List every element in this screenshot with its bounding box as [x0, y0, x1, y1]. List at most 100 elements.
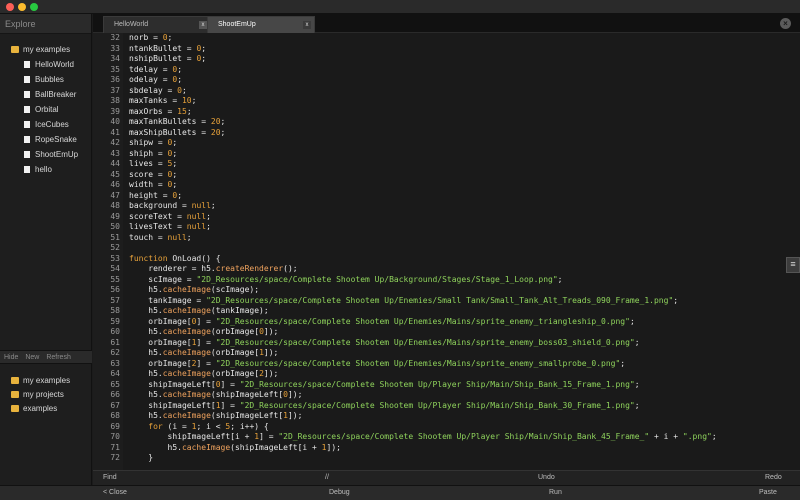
code-line[interactable]: h5.cacheImage(orbImage[0]); — [129, 327, 779, 338]
sidebar-header: Explore — [0, 14, 91, 34]
file-icon — [24, 166, 30, 173]
run-toolbar: < Close Debug Run Paste — [93, 485, 800, 500]
redo-button[interactable]: Redo — [765, 471, 782, 485]
tab-close-icon[interactable]: x — [303, 21, 311, 29]
code-line[interactable]: shipw = 0; — [129, 138, 779, 149]
menu-handle-icon[interactable]: ≡ — [786, 257, 800, 273]
code-line[interactable]: score = 0; — [129, 170, 779, 181]
new-button[interactable]: New — [25, 354, 39, 361]
code-line[interactable]: h5.cacheImage(scImage); — [129, 285, 779, 296]
file-label: Bubbles — [35, 75, 64, 84]
line-number: 38 — [110, 96, 120, 105]
window-zoom-button[interactable] — [30, 3, 38, 11]
comment-button[interactable]: // — [325, 471, 329, 485]
tree-folder-my-examples[interactable]: my examples — [0, 42, 92, 57]
tree-item-shootemup[interactable]: ShootEmUp — [0, 147, 92, 162]
workspace-label: examples — [23, 404, 58, 413]
tree-item-ballbreaker[interactable]: BallBreaker — [0, 87, 92, 102]
folder-icon — [11, 377, 19, 384]
debug-button[interactable]: Debug — [329, 486, 350, 500]
code-line[interactable]: background = null; — [129, 201, 779, 212]
code-line[interactable]: maxShipBullets = 20; — [129, 128, 779, 139]
code-line[interactable]: h5.cacheImage(shipImageLeft[1]); — [129, 411, 779, 422]
line-number: 43 — [110, 148, 120, 158]
sidebar-footer — [0, 485, 93, 500]
code-line[interactable]: maxOrbs = 15; — [129, 107, 779, 118]
workspace-my-examples[interactable]: my examples — [0, 374, 92, 388]
code-line[interactable]: h5.cacheImage(orbImage[1]); — [129, 348, 779, 359]
line-number: 42 — [110, 138, 120, 147]
code-line[interactable]: tdelay = 0; — [129, 65, 779, 76]
line-number: 51 — [110, 232, 120, 242]
file-icon — [24, 136, 30, 143]
line-number: 52 — [110, 243, 120, 252]
code-line[interactable]: orbImage[1] = "2D_Resources/space/Comple… — [129, 338, 779, 349]
code-line[interactable]: shipImageLeft[1] = "2D_Resources/space/C… — [129, 401, 779, 412]
code-line[interactable]: maxTanks = 10; — [129, 96, 779, 107]
tab-shootemup[interactable]: ShootEmUp x — [207, 16, 315, 33]
code-line[interactable] — [129, 243, 779, 254]
line-number: 61 — [110, 337, 120, 347]
tab-helloworld[interactable]: HelloWorld x — [103, 16, 211, 33]
code-editor[interactable]: norb = 0; ntankBullet = 0; nshipBullet = 0… — [129, 33, 779, 483]
refresh-button[interactable]: Refresh — [46, 354, 71, 361]
line-number: 54 — [110, 264, 120, 273]
code-line[interactable]: sbdelay = 0; — [129, 86, 779, 97]
code-line[interactable]: renderer = h5.createRenderer(); — [129, 264, 779, 275]
code-line[interactable]: touch = null; — [129, 233, 779, 244]
close-button[interactable]: < Close — [103, 486, 127, 500]
code-line[interactable]: lives = 5; — [129, 159, 779, 170]
line-number: 71 — [110, 442, 120, 452]
code-line[interactable]: norb = 0; — [129, 33, 779, 44]
code-line[interactable]: function OnLoad() { — [129, 254, 779, 265]
hide-button[interactable]: Hide — [4, 354, 18, 361]
code-line[interactable]: h5.cacheImage(shipImageLeft[i + 1]); — [129, 443, 779, 454]
tree-item-helloworld[interactable]: HelloWorld — [0, 57, 92, 72]
code-line[interactable]: scImage = "2D_Resources/space/Complete S… — [129, 275, 779, 286]
undo-button[interactable]: Undo — [538, 471, 555, 485]
run-button[interactable]: Run — [549, 486, 562, 500]
tree-item-orbital[interactable]: Orbital — [0, 102, 92, 117]
code-line[interactable]: shiph = 0; — [129, 149, 779, 160]
code-line[interactable]: height = 0; — [129, 191, 779, 202]
tab-close-icon[interactable]: x — [199, 21, 207, 29]
workspace-examples[interactable]: examples — [0, 402, 92, 416]
tree-item-icecubes[interactable]: IceCubes — [0, 117, 92, 132]
tree-item-ropesnake[interactable]: RopeSnake — [0, 132, 92, 147]
line-number: 70 — [110, 432, 120, 441]
line-number: 66 — [110, 390, 120, 399]
code-line[interactable]: ntankBullet = 0; — [129, 44, 779, 55]
workspace-my-projects[interactable]: my projects — [0, 388, 92, 402]
line-number: 47 — [110, 190, 120, 200]
code-line[interactable]: nshipBullet = 0; — [129, 54, 779, 65]
code-line[interactable]: shipImageLeft[0] = "2D_Resources/space/C… — [129, 380, 779, 391]
code-line[interactable]: orbImage[0] = "2D_Resources/space/Comple… — [129, 317, 779, 328]
workspace-label: my projects — [23, 390, 64, 399]
code-line[interactable]: shipImageLeft[i + 1] = "2D_Resources/spa… — [129, 432, 779, 443]
file-label: HelloWorld — [35, 60, 74, 69]
code-line[interactable]: tankImage = "2D_Resources/space/Complete… — [129, 296, 779, 307]
code-line[interactable]: odelay = 0; — [129, 75, 779, 86]
window-close-button[interactable] — [6, 3, 14, 11]
code-line[interactable]: h5.cacheImage(shipImageLeft[0]); — [129, 390, 779, 401]
tree-item-hello[interactable]: hello — [0, 162, 92, 177]
code-line[interactable]: h5.cacheImage(tankImage); — [129, 306, 779, 317]
tab-label: HelloWorld — [114, 21, 149, 28]
line-number: 56 — [110, 285, 120, 294]
code-line[interactable]: h5.cacheImage(orbImage[2]); — [129, 369, 779, 380]
line-number: 46 — [110, 180, 120, 189]
file-icon — [24, 121, 30, 128]
find-button[interactable]: Find — [103, 471, 117, 485]
code-line[interactable]: } — [129, 453, 779, 464]
editor-area: HelloWorld x ShootEmUp x × 32 33 34 35 36 37 3… — [93, 14, 800, 500]
code-line[interactable]: maxTankBullets = 20; — [129, 117, 779, 128]
code-line[interactable]: for (i = 1; i < 5; i++) { — [129, 422, 779, 433]
window-minimize-button[interactable] — [18, 3, 26, 11]
tree-item-bubbles[interactable]: Bubbles — [0, 72, 92, 87]
code-line[interactable]: orbImage[2] = "2D_Resources/space/Comple… — [129, 359, 779, 370]
code-line[interactable]: scoreText = null; — [129, 212, 779, 223]
code-line[interactable]: livesText = null; — [129, 222, 779, 233]
paste-button[interactable]: Paste — [759, 486, 777, 500]
close-circle-icon[interactable]: × — [780, 18, 791, 29]
code-line[interactable]: width = 0; — [129, 180, 779, 191]
